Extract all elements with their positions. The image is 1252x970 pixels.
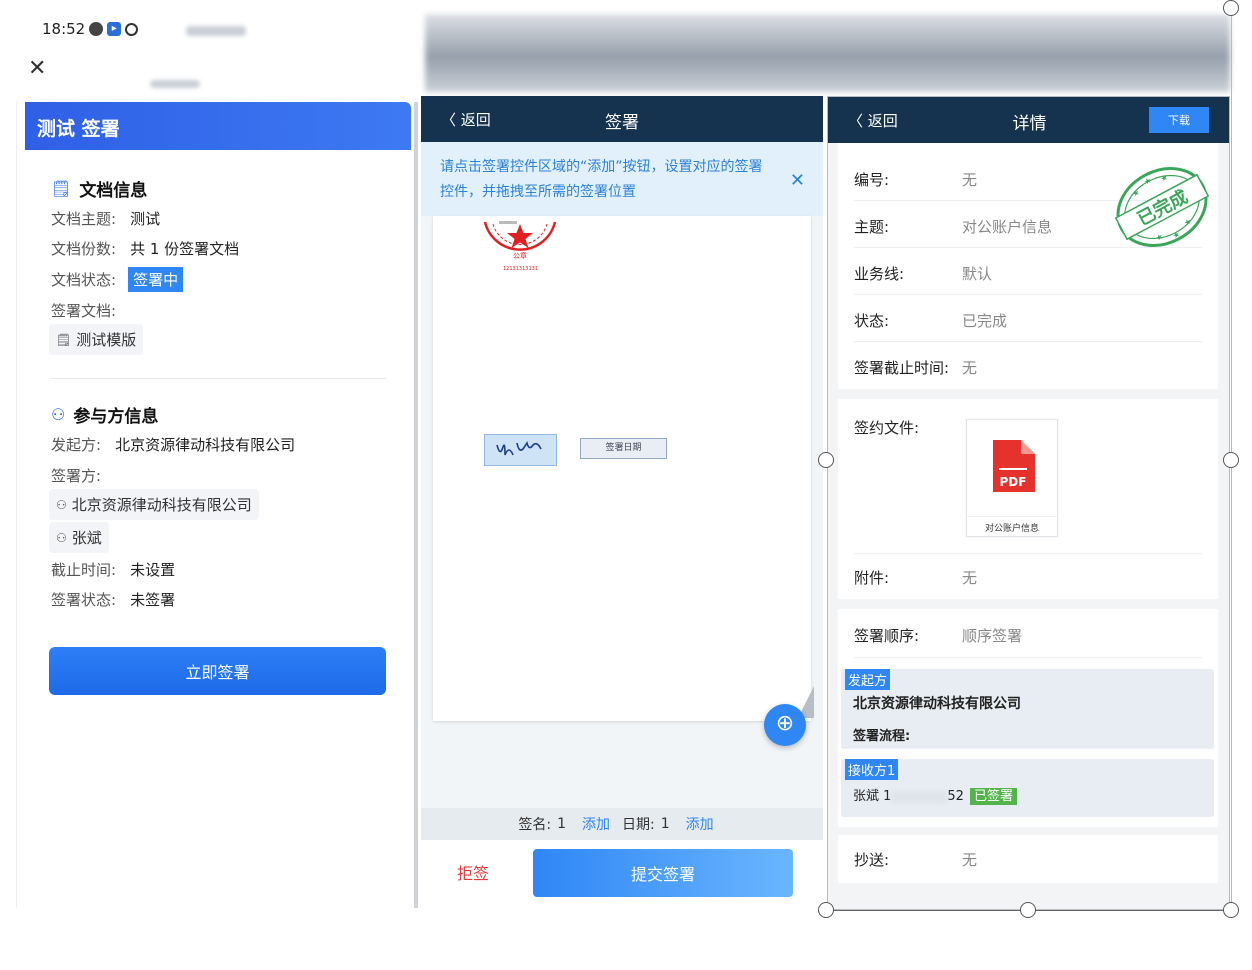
add-date-button[interactable]: 添加 (686, 814, 714, 834)
role-tag: 发起方 (845, 669, 891, 690)
role-tag: 接收方1 (845, 759, 899, 780)
wechat-icon (89, 22, 104, 36)
receiver-row: 张斌 1 52 已签署 (853, 785, 1017, 805)
panel-header: 测试 签署 (25, 102, 411, 150)
business-line-row: 业务线: 默认 (854, 265, 993, 283)
resize-handle[interactable] (1223, 902, 1239, 918)
panel-divider (414, 102, 418, 908)
resize-handle[interactable] (1020, 902, 1036, 918)
close-icon[interactable]: ✕ (28, 58, 46, 80)
resize-handle[interactable] (818, 452, 834, 468)
signer-chip[interactable]: ⚇ 张斌 (49, 522, 109, 553)
attachment-row: 附件: 无 (854, 569, 978, 587)
document-icon: 🗒 (56, 332, 72, 347)
reject-button[interactable]: 拒签 (457, 860, 489, 884)
svg-text:PDF: PDF (1000, 475, 1027, 489)
handwritten-signature-icon (496, 441, 542, 456)
record-icon (125, 22, 139, 36)
back-button[interactable]: 〈 返回 (441, 109, 491, 130)
receiver-block: 接收方1 张斌 1 52 已签署 (841, 759, 1214, 817)
company-seal-icon: 公章 12131313131 (483, 220, 557, 272)
action-bar: 拒签 提交签署 (421, 840, 823, 908)
document-icon: 🗒 (51, 179, 72, 198)
initiator-row: 发起方: 北京资源律动科技有限公司 (51, 436, 296, 454)
status-row: 状态: 已完成 (854, 312, 1008, 330)
resize-handle[interactable] (1223, 0, 1239, 16)
sign-order-row: 签署顺序: 顺序签署 (854, 627, 1023, 645)
row-divider (854, 341, 1202, 342)
section-divider (51, 378, 386, 379)
pdf-icon: PDF (993, 440, 1035, 492)
file-card: 签约文件: PDF 对公账户信息 附件: 无 (838, 399, 1218, 599)
users-icon: ⚇ (51, 405, 66, 424)
control-counter-bar: 签名: 1 添加 日期: 1 添加 (421, 808, 823, 840)
cc-row: 抄送: 无 (854, 851, 978, 869)
file-label-row: 签约文件: (854, 419, 920, 437)
svg-text:12131313131: 12131313131 (503, 266, 538, 272)
svg-text:★: ★ (1159, 172, 1170, 183)
submit-sign-button[interactable]: 提交签署 (533, 849, 793, 897)
sign-now-button[interactable]: 立即签署 (49, 647, 386, 695)
party-name: 北京资源律动科技有限公司 (853, 696, 1021, 712)
back-button[interactable]: 〈 返回 (848, 110, 898, 131)
status-badge: 签署中 (128, 267, 184, 292)
cc-card: 抄送: 无 (838, 835, 1218, 883)
sign-task-panel: 测试 签署 🗒 文档信息 文档主题: 测试 文档份数: 共 1 份签署文档 文档… (16, 102, 418, 908)
svg-text:★: ★ (1154, 232, 1165, 243)
nav-bar: 〈 返回 详情 下载 (828, 97, 1229, 143)
pdf-file-thumbnail[interactable]: PDF 对公账户信息 (966, 419, 1058, 537)
file-name: 对公账户信息 (967, 516, 1057, 534)
row-divider (854, 657, 1202, 658)
doc-status-row: 文档状态: 签署中 (51, 267, 184, 292)
signature-field[interactable] (484, 434, 557, 466)
doc-files-row: 签署文档: (51, 302, 117, 320)
party-info-title: ⚇ 参与方信息 (51, 405, 159, 427)
blurred-area (186, 26, 246, 36)
nav-bar: 〈 返回 签署 (421, 96, 823, 142)
completed-stamp-icon: 已完成 ★ ★ ★ ★ ★ ★ (1114, 167, 1210, 247)
blurred-area (150, 80, 200, 88)
signed-badge: 已签署 (969, 788, 1017, 805)
masked-phone (891, 790, 948, 803)
svg-text:公章: 公章 (513, 251, 527, 260)
row-divider (854, 294, 1202, 295)
svg-text:★: ★ (1143, 175, 1154, 186)
document-canvas[interactable]: 公章 12131313131 签署日期 (433, 216, 811, 721)
close-icon[interactable]: ✕ (790, 170, 805, 191)
detail-panel: 〈 返回 详情 下载 编号: 无 主题: 对公账户信息 业务线: 默认 状态: … (827, 96, 1230, 910)
signers-row: 签署方: (51, 467, 102, 485)
svg-text:★: ★ (1131, 187, 1142, 198)
user-icon: ⚇ (56, 530, 67, 545)
row-divider (854, 553, 1202, 554)
initiator-block: 发起方 北京资源律动科技有限公司 签署流程: (841, 669, 1214, 749)
sign-date-field[interactable]: 签署日期 (580, 438, 667, 459)
sign-status-row: 签署状态: 未签署 (51, 591, 176, 609)
file-chip[interactable]: 🗒 测试模版 (49, 324, 144, 355)
locate-icon[interactable]: ⊕ (764, 704, 806, 746)
number-row: 编号: 无 (854, 171, 978, 189)
svg-text:已完成: 已完成 (1133, 185, 1191, 230)
app-notification-icon: ▸ (107, 22, 122, 36)
hint-banner: 请点击签署控件区域的“添加”按钮，设置对应的签署控件，并拖拽至所需的签署位置 (421, 142, 823, 216)
doc-copies-row: 文档份数: 共 1 份签署文档 (51, 240, 240, 258)
signing-panel: 〈 返回 签署 请点击签署控件区域的“添加”按钮，设置对应的签署控件，并拖拽至所… (421, 96, 823, 908)
deadline-row: 截止时间: 未设置 (51, 561, 176, 579)
subject-row: 主题: 对公账户信息 (854, 218, 1053, 236)
add-signature-button[interactable]: 添加 (582, 814, 610, 834)
status-time: 18:52 (42, 20, 86, 38)
resize-handle[interactable] (818, 902, 834, 918)
svg-text:★: ★ (1182, 217, 1193, 228)
doc-info-title: 🗒 文档信息 (51, 179, 148, 201)
download-button[interactable]: 下载 (1149, 107, 1209, 133)
doc-subject-row: 文档主题: 测试 (51, 210, 161, 228)
user-icon: ⚇ (56, 497, 67, 512)
blurred-header-strip (425, 14, 1230, 92)
status-bar: 18:52 ▸ (42, 20, 139, 38)
signer-chip[interactable]: ⚇ 北京资源律动科技有限公司 (49, 489, 259, 520)
sign-flow-label: 签署流程: (853, 729, 911, 744)
deadline-row: 签署截止时间: 无 (854, 359, 978, 377)
resize-handle[interactable] (1223, 452, 1239, 468)
